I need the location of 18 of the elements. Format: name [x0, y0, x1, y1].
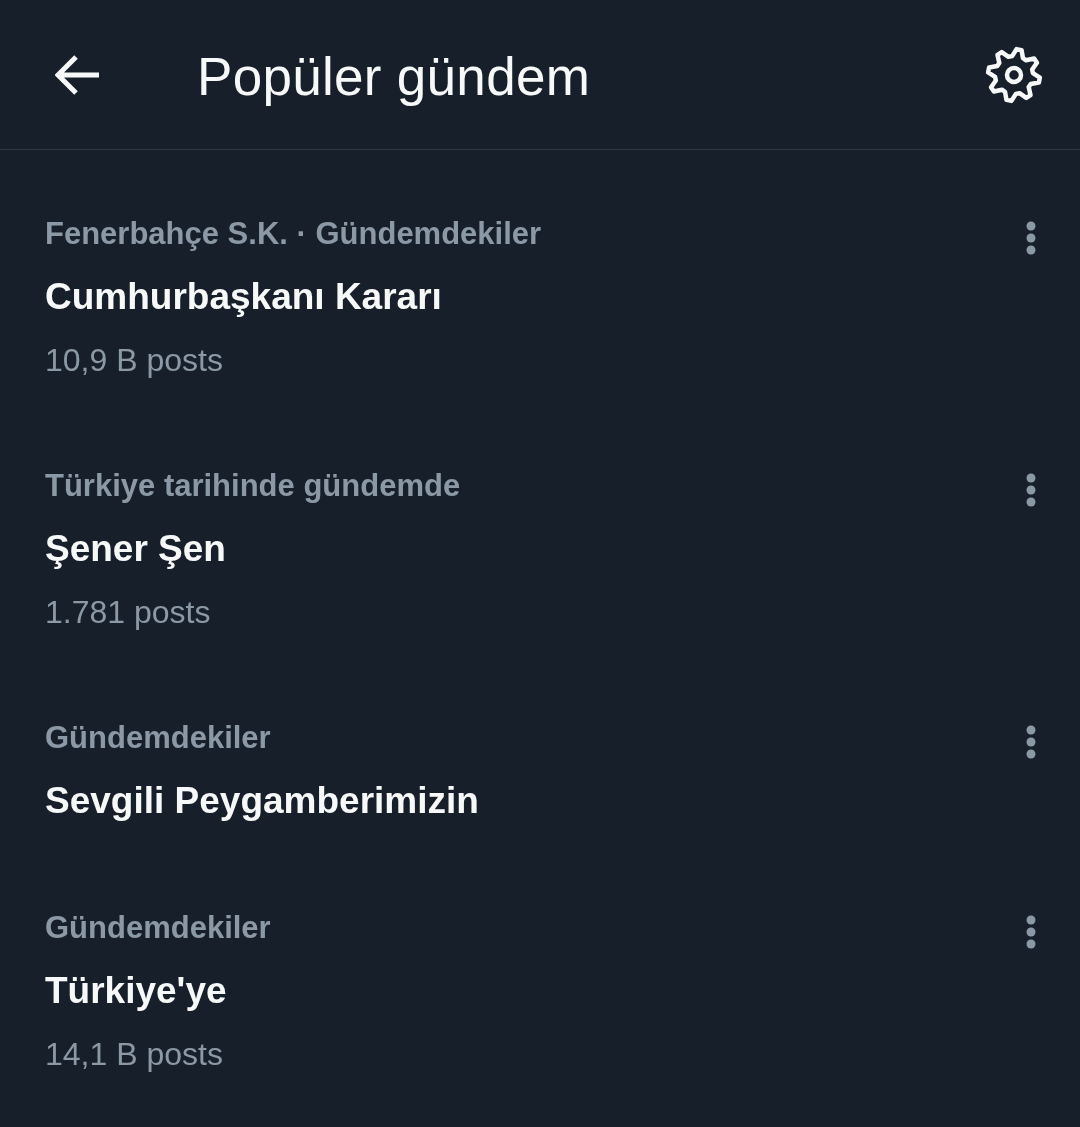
- back-icon[interactable]: [55, 54, 101, 95]
- page-title: Popüler gündem: [197, 45, 592, 108]
- trend-title[interactable]: Türkiye'ye: [45, 959, 227, 1023]
- trend-title[interactable]: Sevgili Peygamberimizin: [45, 769, 479, 833]
- post-count: 10,9 B posts: [45, 341, 223, 380]
- trend-context: Gündemdekiler: [45, 719, 271, 757]
- more-icon[interactable]: [1026, 473, 1036, 507]
- more-icon[interactable]: [1026, 725, 1036, 759]
- trend-context: Fenerbahçe S.K. · Gündemdekiler: [45, 215, 542, 253]
- trend-title[interactable]: Şener Şen: [45, 517, 226, 581]
- trend-context: Gündemdekiler: [45, 909, 271, 947]
- trend-title[interactable]: Cumhurbaşkanı Kararı: [45, 265, 442, 329]
- post-count: 1.781 posts: [45, 593, 211, 632]
- more-icon[interactable]: [1026, 915, 1036, 949]
- settings-icon[interactable]: [985, 45, 1043, 104]
- trend-context: Türkiye tarihinde gündemde: [45, 467, 461, 505]
- more-icon[interactable]: [1026, 221, 1036, 255]
- post-count: 14,1 B posts: [45, 1035, 223, 1074]
